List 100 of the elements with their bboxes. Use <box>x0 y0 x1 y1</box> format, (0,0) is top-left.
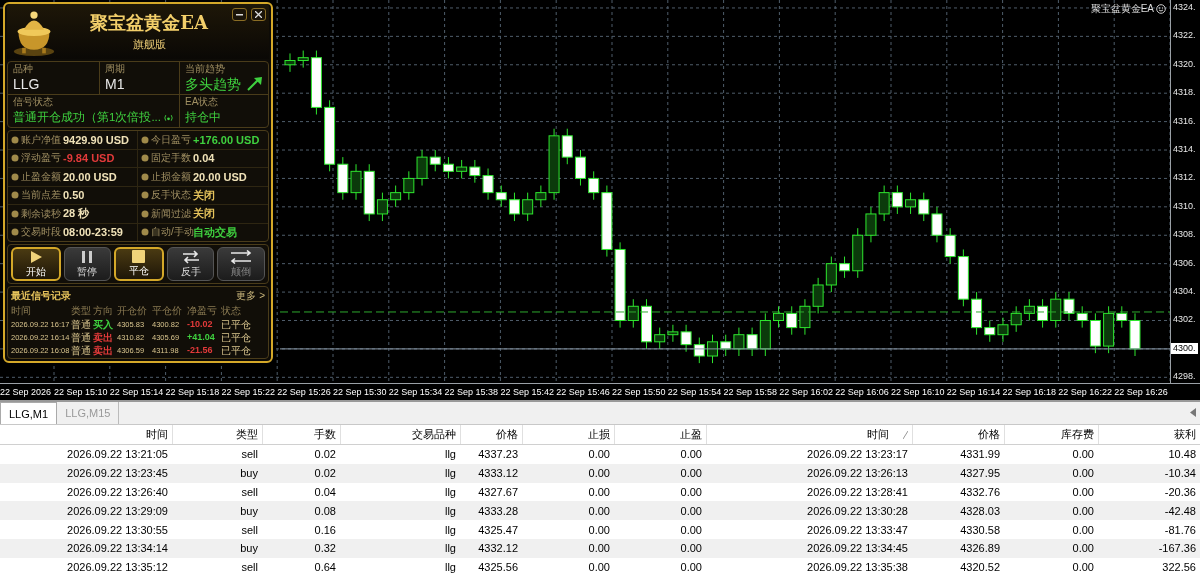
minimize-button[interactable] <box>232 8 247 21</box>
candlestick <box>1116 305 1128 329</box>
table-cell: 4330.58 <box>912 520 1004 539</box>
column-header[interactable]: 时间 <box>0 425 172 445</box>
candlestick <box>1050 291 1062 329</box>
candlestick <box>442 156 454 179</box>
table-cell: 4333.28 <box>460 501 522 521</box>
stat-value: 08:00-23:59 <box>63 226 123 239</box>
stat-value: 0.50 <box>63 189 85 202</box>
column-header[interactable]: 获利 <box>1098 425 1200 445</box>
field-label: 周期 <box>105 63 126 75</box>
column-header[interactable]: 止盈 <box>614 425 706 445</box>
circle-icon <box>141 191 149 200</box>
column-header: 方向 <box>93 304 114 318</box>
time-label: 22 Sep 16:26 <box>1114 387 1169 397</box>
table-cell: 4332.12 <box>460 539 522 558</box>
column-header[interactable]: 类型 <box>172 425 262 445</box>
field-value: 多头趋势 <box>185 75 241 93</box>
time-label: 22 Sep 16:06 <box>835 387 890 397</box>
candlestick <box>839 256 851 279</box>
stat-label: 交易时段 <box>21 225 61 240</box>
candlestick <box>390 185 402 208</box>
column-header[interactable]: 手数 <box>262 425 340 445</box>
table-cell: 0.00 <box>1004 520 1098 539</box>
table-cell: 0.16 <box>262 520 340 539</box>
more-link[interactable]: 更多 > <box>236 289 265 303</box>
close-button[interactable] <box>251 8 266 21</box>
stat-label: 当前点差 <box>21 188 61 203</box>
table-cell: -81.76 <box>1098 520 1200 539</box>
action-button[interactable]: 平仓 <box>114 247 164 281</box>
candlestick <box>918 192 930 222</box>
table-cell: 4337.23 <box>460 444 522 464</box>
play-icon <box>28 249 43 264</box>
candlestick <box>667 324 679 343</box>
column-header[interactable]: 交易品种 <box>340 425 460 445</box>
time-label: 22 Sep 15:14 <box>109 387 165 397</box>
table-cell: 2026.09.22 13:35:12 <box>0 557 172 573</box>
column-header[interactable]: 时间 <box>706 425 912 445</box>
table-cell: -167.36 <box>1098 539 1200 558</box>
trend-up-icon <box>247 77 263 91</box>
candlestick <box>733 327 745 357</box>
table-cell: 0.00 <box>1004 463 1098 483</box>
column-header[interactable]: 价格 <box>460 425 522 445</box>
table-cell: 0.00 <box>522 539 614 558</box>
price-label: 4318. <box>1173 87 1196 99</box>
record-cell-text: 已平仓 <box>221 344 252 357</box>
table-cell: 0.00 <box>522 444 614 464</box>
stat-label: 固定手数 <box>151 151 191 166</box>
table-cell: 0.00 <box>522 520 614 539</box>
action-button[interactable]: 暂停 <box>63 247 112 281</box>
table-cell: 4325.56 <box>460 557 522 573</box>
table-cell: 0.00 <box>1004 444 1098 464</box>
field-value: 持仓中 <box>185 109 222 126</box>
column-header[interactable]: 库存费 <box>1004 425 1098 445</box>
signal-icon <box>163 112 174 122</box>
table-cell: 322.56 <box>1098 557 1200 573</box>
candlestick <box>284 52 296 73</box>
column-header: 时间 <box>11 304 32 318</box>
candlestick <box>997 317 1009 343</box>
candlestick <box>654 327 666 350</box>
price-label: 4310. <box>1173 200 1196 212</box>
time-label: 22 Sep 15:50 <box>611 387 667 397</box>
table-cell: 2026.09.22 13:21:05 <box>0 444 172 464</box>
table-cell: 0.00 <box>522 501 614 521</box>
stop-icon <box>132 250 146 263</box>
table-cell: buy <box>172 501 262 521</box>
time-label: 22 Sep 2026 <box>0 387 53 397</box>
table-cell: 0.00 <box>1004 501 1098 521</box>
scroll-left-icon[interactable] <box>1190 408 1196 417</box>
table-cell: 2026.09.22 13:34:14 <box>0 539 172 558</box>
stat-value: 关闭 <box>193 206 215 222</box>
stat-label: 止损金额 <box>151 169 191 184</box>
column-header[interactable]: 止损 <box>522 425 614 445</box>
stat-label: 剩余读秒 <box>21 206 61 221</box>
price-label: 4302. <box>1173 314 1196 326</box>
table-cell: 0.02 <box>262 444 340 464</box>
table-cell: 0.00 <box>1004 557 1098 573</box>
chart-tab[interactable]: LLG,M1 <box>0 402 58 424</box>
stat-value: -9.84 USD <box>63 152 115 165</box>
candlestick <box>535 185 547 208</box>
table-cell: buy <box>172 463 262 483</box>
stat-value: 关闭 <box>193 187 215 203</box>
candlestick <box>878 185 890 222</box>
column-header[interactable]: 价格 <box>912 425 1004 445</box>
action-button[interactable]: 开始 <box>11 247 61 281</box>
time-label: 22 Sep 15:58 <box>723 387 779 397</box>
column-header: 开仓价 <box>117 304 148 318</box>
table-cell: 0.00 <box>522 557 614 573</box>
table-cell: 0.08 <box>262 501 340 521</box>
action-button[interactable]: 反手 <box>166 247 215 281</box>
record-cell-text: -10.02 <box>187 318 214 331</box>
stat-label: 新闻过滤 <box>151 206 191 221</box>
minimize-icon <box>236 13 243 16</box>
current-price-tag: 4300. <box>1171 342 1198 354</box>
field-label: 信号状态 <box>13 96 54 108</box>
candlestick <box>416 149 428 187</box>
circle-icon <box>11 228 19 237</box>
table-cell: llg <box>340 557 460 573</box>
circle-icon <box>11 154 19 163</box>
field-value: LLG <box>13 75 40 93</box>
